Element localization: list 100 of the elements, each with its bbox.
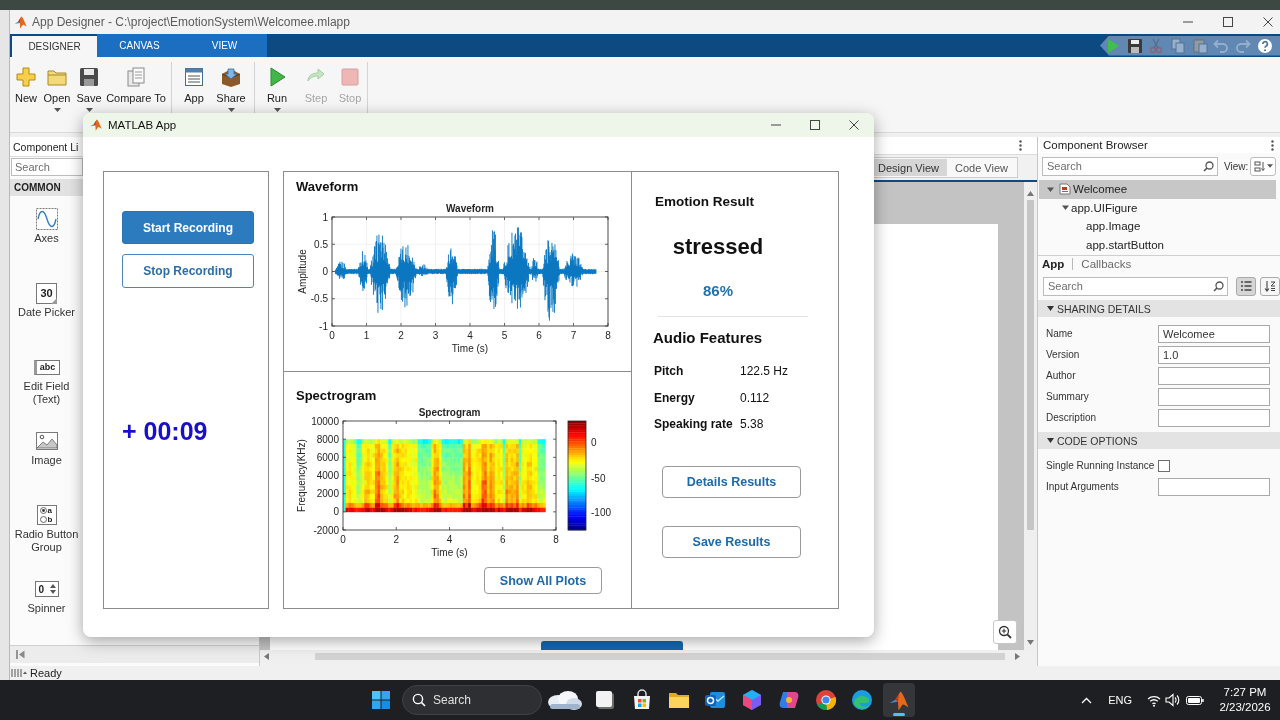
text-field[interactable] xyxy=(1158,387,1270,406)
sort-button[interactable] xyxy=(1260,276,1280,296)
tick-label: 6 xyxy=(499,534,506,545)
tick-label: 5 xyxy=(501,330,508,341)
plus-icon xyxy=(15,66,37,88)
tick-label: 10000 xyxy=(311,415,339,427)
window-icon xyxy=(593,688,617,712)
tick-label: 1 xyxy=(363,330,370,341)
search-field[interactable]: Search xyxy=(1043,276,1228,296)
app-details-button[interactable]: App xyxy=(176,66,212,105)
text-field[interactable] xyxy=(1158,408,1270,427)
section-heading: Spectrogram xyxy=(296,388,377,404)
vertical-scrollbar[interactable] xyxy=(1024,182,1037,650)
search-field[interactable]: Search xyxy=(402,685,542,715)
axis-label: Frequency(KHz) xyxy=(296,439,307,512)
close-icon[interactable] xyxy=(1263,17,1273,27)
expand-arrow-icon[interactable] xyxy=(1047,185,1054,193)
show-all-plots-button[interactable]: Show All Plots xyxy=(484,567,602,594)
window-title: MATLAB App xyxy=(108,119,177,131)
ribbon-tab[interactable]: CANVAS xyxy=(97,34,182,57)
tick-label: 1 xyxy=(322,211,328,223)
axis-label: Amplitude xyxy=(297,249,308,294)
spinner-icon: 0 xyxy=(34,581,59,597)
more-icon[interactable] xyxy=(1019,140,1022,151)
status-icon xyxy=(11,668,27,678)
view-dropdown[interactable] xyxy=(1250,156,1277,176)
list-window-icon xyxy=(183,66,205,88)
tree-item[interactable]: Welcomee xyxy=(1039,180,1276,199)
text-field[interactable] xyxy=(1158,366,1270,385)
search-field[interactable]: Search xyxy=(11,158,83,176)
radio-buttons-icon: a b xyxy=(36,505,57,525)
chevron-up-icon[interactable] xyxy=(1081,696,1093,704)
zoom-button[interactable] xyxy=(993,620,1017,644)
stop-recording-button[interactable]: Stop Recording xyxy=(122,254,254,288)
details-results-button[interactable]: Details Results xyxy=(662,466,801,498)
open-button[interactable]: Open xyxy=(41,66,73,112)
app-logo-icon xyxy=(90,119,102,131)
tick-label: 0 xyxy=(591,437,597,449)
start-recording-button[interactable]: Start Recording xyxy=(122,211,254,244)
play-icon[interactable] xyxy=(1105,37,1121,54)
status-text: Ready xyxy=(30,666,62,680)
tick-label: 0 xyxy=(329,330,335,341)
text-field[interactable] xyxy=(1158,477,1270,496)
search-field[interactable]: Search xyxy=(1042,156,1218,176)
maximize-icon[interactable] xyxy=(1223,17,1233,27)
property-label: Author xyxy=(1046,370,1076,381)
grouped-view-button[interactable] xyxy=(1236,276,1256,296)
run-button[interactable]: Run xyxy=(259,66,295,112)
compare-button[interactable]: Compare To xyxy=(105,66,167,105)
help-icon[interactable] xyxy=(1256,37,1273,54)
tree-item[interactable]: app.UIFigure xyxy=(1039,198,1276,217)
text-field[interactable]: Welcomee xyxy=(1158,324,1270,343)
section-header[interactable]: SHARING DETAILS xyxy=(1038,300,1280,317)
confidence-value: 86% xyxy=(703,282,733,300)
property-label: Single Running Instance xyxy=(1046,460,1155,471)
maximize-icon[interactable] xyxy=(810,120,820,130)
component-item[interactable]: a b Radio Button Group xyxy=(10,504,83,578)
tick-label: 6 xyxy=(536,330,542,341)
tick-label: 8 xyxy=(553,534,559,545)
checkbox[interactable] xyxy=(1158,459,1171,472)
scroll-start-icon xyxy=(16,650,25,659)
tick-label: -100 xyxy=(591,507,611,519)
wifi-icon[interactable] xyxy=(1147,693,1161,707)
view-tab[interactable]: Code View xyxy=(947,159,1016,176)
close-icon[interactable] xyxy=(849,120,859,130)
browser-icon xyxy=(813,688,838,712)
save-button[interactable]: Save xyxy=(73,66,105,112)
save-results-button[interactable]: Save Results xyxy=(662,526,801,558)
component-item[interactable]: 30 Date Picker xyxy=(10,282,83,356)
tree-item[interactable]: app.startButton xyxy=(1039,235,1276,254)
inspector-tab[interactable]: Callbacks xyxy=(1081,258,1132,270)
new-button[interactable]: New xyxy=(11,66,41,105)
more-icon[interactable] xyxy=(1271,139,1274,151)
ribbon-tab[interactable]: VIEW xyxy=(182,34,267,57)
stop-icon xyxy=(339,66,361,88)
property-label: Description xyxy=(1046,412,1097,423)
scroll-down-icon xyxy=(1027,640,1034,645)
taskbar-button[interactable] xyxy=(883,683,915,717)
component-item[interactable]: Axes xyxy=(10,208,83,282)
view-label: View: xyxy=(1224,160,1249,172)
window-title: App Designer - C:\project\EmotionSystem\Welcomee.mlapp xyxy=(32,15,350,29)
component-item[interactable]: Image xyxy=(10,430,83,504)
speaker-icon[interactable] xyxy=(1165,693,1180,707)
timer-text: + 00:09 xyxy=(122,416,208,446)
section-header[interactable]: CODE OPTIONS xyxy=(1038,432,1280,449)
ribbon-tab[interactable]: DESIGNER xyxy=(12,36,97,57)
expand-arrow-icon[interactable] xyxy=(1062,204,1069,212)
text-field[interactable]: 1.0 xyxy=(1158,345,1270,364)
tree-item[interactable]: app.Image xyxy=(1039,217,1276,236)
calendar-icon: 30 xyxy=(36,282,57,304)
component-item[interactable]: abc Edit Field (Text) xyxy=(10,356,83,430)
tick-label: -1 xyxy=(319,320,328,332)
horizontal-scrollbar[interactable] xyxy=(10,645,259,663)
share-button[interactable]: Share xyxy=(212,66,250,112)
language-indicator[interactable]: ENG xyxy=(1108,694,1132,706)
battery-icon[interactable] xyxy=(1186,695,1204,705)
start-logo-icon[interactable] xyxy=(371,690,391,710)
component-item[interactable]: 0 Spinner xyxy=(10,578,83,638)
zoom-in-icon xyxy=(998,625,1012,639)
inspector-tab[interactable]: App xyxy=(1042,258,1065,270)
